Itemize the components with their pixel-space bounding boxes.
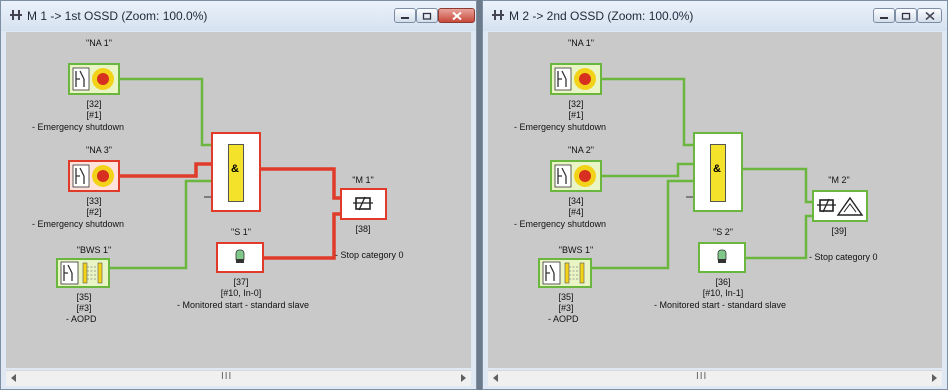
horizontal-scrollbar[interactable]: III <box>6 370 471 386</box>
app-icon <box>492 10 504 20</box>
block-number: [33] <box>86 196 102 206</box>
close-button[interactable] <box>438 8 475 23</box>
aopd-block[interactable] <box>56 258 110 288</box>
emergency-stop-icon <box>554 164 596 188</box>
block-number: [37] <box>233 277 249 287</box>
title-bar[interactable]: M 2 -> 2nd OSSD (Zoom: 100.0%) <box>483 1 947 31</box>
close-icon <box>925 11 934 20</box>
and-gate-symbol: & <box>710 144 726 202</box>
block-name: "BWS 1" <box>76 245 112 255</box>
window-m1[interactable]: M 1 -> 1st OSSD (Zoom: 100.0%) "NA 1" [3… <box>0 0 477 390</box>
and-gate-label: & <box>231 163 239 175</box>
emergency-stop-icon <box>72 67 114 91</box>
block-name: "S 1" <box>231 227 251 237</box>
scroll-left-icon[interactable] <box>11 374 16 382</box>
diagram-canvas[interactable]: "NA 1" [32] [#1] - Emergency shutdown "N… <box>488 32 942 368</box>
block-index: [#1] <box>86 110 102 120</box>
block-desc: - Monitored start - standard slave <box>177 300 310 310</box>
block-index: [#2] <box>86 207 102 217</box>
emergency-stop-icon <box>72 164 114 188</box>
block-index: [#4] <box>568 207 584 217</box>
window-title: M 1 -> 1st OSSD (Zoom: 100.0%) <box>27 9 208 23</box>
aopd-block[interactable] <box>538 258 592 288</box>
block-index: [#3] <box>558 303 574 313</box>
block-number: [32] <box>568 99 584 109</box>
scroll-left-icon[interactable] <box>493 374 498 382</box>
block-index: [#10, In-1] <box>702 288 744 298</box>
and-gate-block[interactable]: & <box>211 132 261 212</box>
output-block[interactable] <box>340 188 387 220</box>
block-number: [35] <box>76 292 92 302</box>
block-desc: - Emergency shutdown <box>32 219 125 229</box>
minimize-icon <box>880 16 888 19</box>
block-name: "M 2" <box>828 175 850 185</box>
block-desc: - Monitored start - standard slave <box>654 300 787 310</box>
block-desc: - Stop category 0 <box>809 252 878 262</box>
wire-s2-m2 <box>746 214 812 260</box>
and-gate-label: & <box>713 163 721 175</box>
block-desc: - AOPD <box>548 314 579 324</box>
window-m2[interactable]: M 2 -> 2nd OSSD (Zoom: 100.0%) "NA 1" [3… <box>482 0 948 390</box>
block-name: "NA 1" <box>86 38 112 48</box>
block-name: "S 2" <box>713 227 733 237</box>
block-index: [#10, In-0] <box>220 288 262 298</box>
block-name: "M 1" <box>352 175 374 185</box>
emergency-stop-block[interactable] <box>68 63 120 95</box>
wire-and-m1 <box>261 167 340 200</box>
block-desc: - Emergency shutdown <box>32 122 125 132</box>
start-button-icon <box>717 249 727 263</box>
emergency-stop-block[interactable] <box>68 160 120 192</box>
scroll-right-icon[interactable] <box>461 374 466 382</box>
block-number: [35] <box>558 292 574 302</box>
horizontal-scrollbar[interactable]: III <box>488 370 942 386</box>
block-name: "NA 1" <box>568 38 594 48</box>
block-desc: - Stop category 0 <box>335 250 404 260</box>
block-desc: - Emergency shutdown <box>514 122 607 132</box>
block-name: "BWS 1" <box>558 245 594 255</box>
maximize-button[interactable] <box>895 8 917 23</box>
block-desc: - AOPD <box>66 314 97 324</box>
block-name: "NA 2" <box>568 145 594 155</box>
maximize-icon <box>422 12 432 20</box>
relay-output-icon <box>817 196 864 216</box>
minimize-button[interactable] <box>873 8 895 23</box>
close-button[interactable] <box>917 8 942 23</box>
start-button-block[interactable] <box>216 242 264 273</box>
block-number: [39] <box>831 226 847 236</box>
wire-and-m2 <box>743 167 812 204</box>
minimize-button[interactable] <box>394 8 416 23</box>
block-number: [32] <box>86 99 102 109</box>
block-number: [38] <box>355 224 371 234</box>
light-curtain-icon <box>542 261 585 285</box>
emergency-stop-icon <box>554 67 596 91</box>
scroll-right-icon[interactable] <box>932 374 937 382</box>
block-name: "NA 3" <box>86 145 112 155</box>
title-bar[interactable]: M 1 -> 1st OSSD (Zoom: 100.0%) <box>1 1 476 31</box>
emergency-stop-block[interactable] <box>550 63 602 95</box>
diagram-canvas[interactable]: "NA 1" [32] [#1] - Emergency shutdown "N… <box>6 32 471 368</box>
emergency-stop-block[interactable] <box>550 160 602 192</box>
scroll-thumb-grip[interactable]: III <box>696 371 707 382</box>
scroll-thumb-grip[interactable]: III <box>221 371 232 382</box>
block-number: [36] <box>715 277 731 287</box>
wire-s1-m1 <box>264 212 340 260</box>
light-curtain-icon <box>60 261 103 285</box>
block-number: [34] <box>568 196 584 206</box>
and-gate-block[interactable]: & <box>693 132 743 212</box>
block-index: [#3] <box>76 303 92 313</box>
close-icon <box>451 11 462 20</box>
block-desc: - Emergency shutdown <box>514 219 607 229</box>
maximize-icon <box>901 12 911 20</box>
app-icon <box>10 10 22 20</box>
relay-output-icon <box>353 196 373 211</box>
and-gate-symbol: & <box>228 144 244 202</box>
minimize-icon <box>401 16 409 19</box>
maximize-button[interactable] <box>416 8 438 23</box>
window-title: M 2 -> 2nd OSSD (Zoom: 100.0%) <box>509 9 694 23</box>
start-button-block[interactable] <box>698 242 746 273</box>
output-block[interactable] <box>812 190 868 222</box>
block-index: [#1] <box>568 110 584 120</box>
start-button-icon <box>235 249 245 263</box>
